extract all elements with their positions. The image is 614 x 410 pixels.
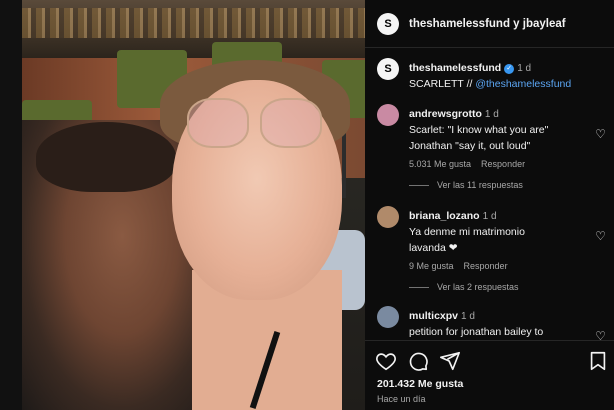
caption-text: SCARLETT // @theshamelessfund: [409, 77, 589, 92]
reply-button[interactable]: Responder: [481, 159, 525, 169]
comment-username[interactable]: andrewsgrotto: [409, 108, 482, 120]
caption-time: 1 d: [517, 63, 532, 74]
view-replies[interactable]: Ver las 2 respuestas: [377, 282, 607, 296]
bar-bottles: [22, 8, 365, 38]
comment-username[interactable]: multicxpv: [409, 310, 458, 322]
comment-meta: 9 Me gusta Responder: [409, 261, 589, 271]
account-avatar[interactable]: S: [377, 12, 399, 35]
commenter-avatar[interactable]: [377, 306, 399, 328]
comment-line: petition for jonathan bailey to: [409, 326, 544, 338]
post-side-panel: S theshamelessfund y jbayleaf S theshame…: [365, 0, 614, 410]
caption-mention[interactable]: @theshamelessfund: [475, 78, 571, 90]
post-header: S theshamelessfund y jbayleaf: [365, 0, 614, 48]
comment-like-heart-icon[interactable]: ♡: [594, 230, 607, 243]
comments-list[interactable]: S theshamelessfund ✓ 1 d SCARLETT // @thes…: [365, 48, 614, 340]
glasses-left-lens: [187, 98, 249, 148]
comment-likes[interactable]: 9 Me gusta: [409, 261, 454, 271]
view-replies[interactable]: Ver las 11 respuestas: [377, 180, 607, 194]
replies-divider: [409, 184, 429, 186]
comment-line: Scarlet: "I know what you are": [409, 124, 549, 136]
caption-username[interactable]: theshamelessfund: [409, 62, 501, 74]
comment-line: Ya denme mi matrimonio: [409, 226, 525, 238]
caption-prefix: SCARLETT //: [409, 78, 476, 90]
comment-body: briana_lozano 1 d Ya denme mi matrimonio …: [409, 206, 589, 271]
comment-body: andrewsgrotto 1 d Scarlet: "I know what y…: [409, 104, 589, 169]
comment-username[interactable]: briana_lozano: [409, 210, 480, 222]
caption-header: theshamelessfund ✓ 1 d: [409, 58, 589, 76]
bookmark-icon[interactable]: [587, 350, 609, 372]
glasses-right-lens: [260, 98, 322, 148]
post-photo[interactable]: [22, 0, 365, 410]
comment-time: 1 d: [484, 109, 499, 120]
comment-line: lavanda ❤: [409, 242, 458, 254]
comment-likes[interactable]: 5.031 Me gusta: [409, 159, 471, 169]
caption-body: theshamelessfund ✓ 1 d SCARLETT // @thesha…: [409, 58, 589, 92]
man-hair: [36, 122, 176, 192]
verified-badge-icon: ✓: [504, 64, 515, 74]
reply-button[interactable]: Responder: [464, 261, 508, 271]
view-replies-label[interactable]: Ver las 11 respuestas: [437, 180, 523, 190]
post-footer: 201.432 Me gusta Hace un día: [365, 340, 614, 410]
commenter-avatar[interactable]: [377, 206, 399, 228]
comment-icon[interactable]: [407, 350, 429, 372]
comment-line: Jonathan "say it, out loud": [409, 140, 531, 152]
caption: S theshamelessfund ✓ 1 d SCARLETT // @thes…: [377, 58, 607, 98]
comment-item: multicxpv 1 d petition for jonathan baile…: [377, 306, 607, 340]
instagram-post-viewer: S theshamelessfund y jbayleaf S theshame…: [0, 0, 614, 410]
comment-body: multicxpv 1 d petition for jonathan baile…: [409, 306, 589, 340]
post-timestamp: Hace un día: [377, 394, 426, 404]
action-bar: [375, 350, 607, 372]
post-authors[interactable]: theshamelessfund y jbayleaf: [409, 18, 566, 30]
caption-avatar[interactable]: S: [377, 58, 399, 80]
comment-time: 1 d: [482, 211, 497, 222]
comment-like-heart-icon[interactable]: ♡: [594, 330, 607, 341]
heart-icon[interactable]: [375, 350, 397, 372]
commenter-avatar[interactable]: [377, 104, 399, 126]
view-replies-label[interactable]: Ver las 2 respuestas: [437, 282, 519, 292]
replies-divider: [409, 286, 429, 288]
share-icon[interactable]: [439, 350, 461, 372]
comment-time: 1 d: [461, 311, 475, 322]
post-like-count[interactable]: 201.432 Me gusta: [377, 378, 463, 390]
comment-meta: 5.031 Me gusta Responder: [409, 159, 589, 169]
comment-like-heart-icon[interactable]: ♡: [594, 128, 607, 141]
